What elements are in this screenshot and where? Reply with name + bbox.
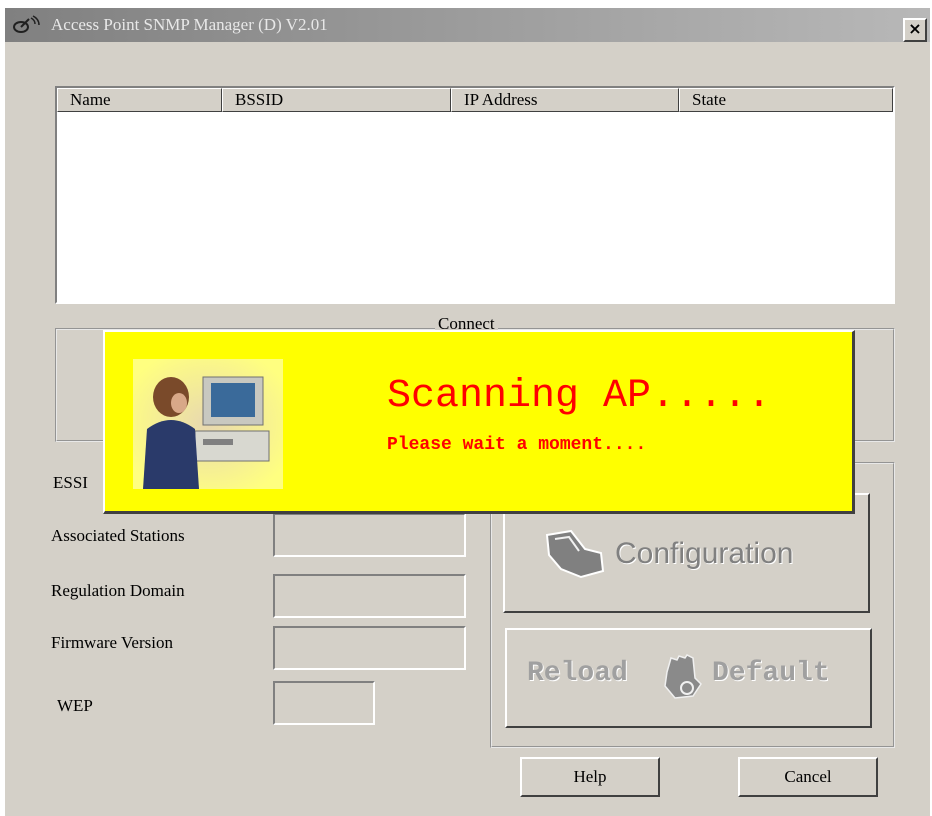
regulation-domain-label: Regulation Domain <box>51 581 185 600</box>
associated-stations-label: Associated Stations <box>51 526 185 545</box>
column-bssid[interactable]: BSSID <box>222 88 451 112</box>
window-title: Access Point SNMP Manager (D) V2.01 <box>51 15 328 34</box>
reload-default-button[interactable]: Reload Default <box>505 628 872 728</box>
scanning-title: Scanning AP..... <box>387 374 772 419</box>
ap-list-header: Name BSSID IP Address State <box>57 88 893 112</box>
column-ip-address[interactable]: IP Address <box>451 88 679 112</box>
title-bar[interactable]: Access Point SNMP Manager (D) V2.01 × <box>5 8 930 42</box>
regulation-domain-field <box>273 574 466 618</box>
person-at-computer-image <box>133 359 283 489</box>
ap-list[interactable]: Name BSSID IP Address State <box>55 86 895 304</box>
essid-label: ESSI <box>53 473 88 492</box>
cancel-button-label: Cancel <box>784 767 832 786</box>
wep-label: WEP <box>57 696 93 715</box>
close-button[interactable]: × <box>903 18 927 42</box>
associated-stations-field <box>273 513 466 557</box>
help-button-label: Help <box>573 767 607 786</box>
column-name[interactable]: Name <box>57 88 222 112</box>
reload-label: Reload <box>527 658 628 689</box>
firmware-version-label: Firmware Version <box>51 633 173 652</box>
cancel-button[interactable]: Cancel <box>738 757 878 797</box>
help-button[interactable]: Help <box>520 757 660 797</box>
wep-field <box>273 681 375 725</box>
firmware-version-field <box>273 626 466 670</box>
close-icon: × <box>908 19 922 38</box>
satellite-dish-icon <box>13 15 40 33</box>
reload-hand-icon <box>664 654 702 699</box>
default-label: Default <box>712 658 830 689</box>
hand-config-icon <box>545 529 605 579</box>
scanning-subtitle: Please wait a moment.... <box>387 435 647 455</box>
configuration-button-label: Configuration <box>615 537 794 570</box>
scanning-dialog: Scanning AP..... Please wait a moment...… <box>103 330 855 514</box>
column-state[interactable]: State <box>679 88 893 112</box>
main-window: Access Point SNMP Manager (D) V2.01 × Na… <box>5 8 930 816</box>
